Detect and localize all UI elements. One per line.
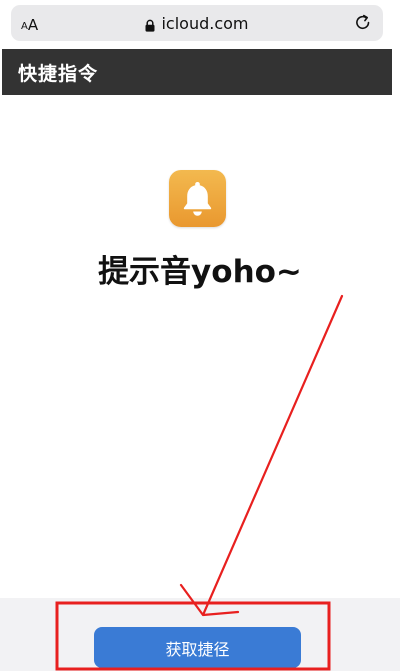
annotation-overlay (55, 294, 344, 671)
annotation-arrow (179, 294, 344, 617)
url-display: icloud.com (11, 5, 383, 41)
lock-icon (145, 17, 155, 32)
text-size-small-label: A (21, 21, 28, 32)
text-size-button[interactable]: AA (21, 13, 38, 33)
address-bar[interactable]: AA icloud.com (11, 5, 383, 41)
app-header: 快捷指令 (2, 49, 392, 95)
bell-icon (183, 182, 212, 216)
url-text: icloud.com (161, 13, 249, 33)
shortcut-name: 提示音yoho~ (98, 254, 302, 290)
browser-toolbar: AA icloud.com (0, 0, 400, 48)
reload-button[interactable] (352, 12, 374, 34)
text-size-big-label: A (27, 16, 39, 34)
page: AA icloud.com 快捷指令 提示音yoho~ 获取捷径 (0, 0, 400, 671)
reload-icon (356, 14, 370, 30)
get-shortcut-button[interactable]: 获取捷径 (94, 627, 301, 668)
shortcut-icon-tile (169, 170, 226, 227)
page-title: 快捷指令 (18, 62, 99, 85)
